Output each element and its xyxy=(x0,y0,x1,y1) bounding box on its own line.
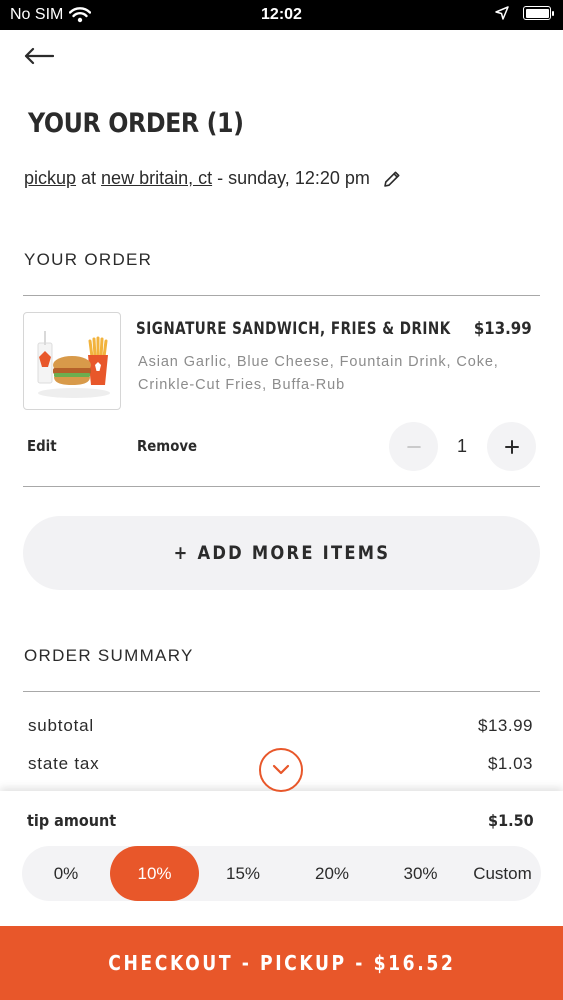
minus-icon xyxy=(406,445,421,448)
status-bar: No SIM 12:02 xyxy=(0,0,563,30)
item-description: Asian Garlic, Blue Cheese, Fountain Drin… xyxy=(138,354,499,393)
checkout-button[interactable]: CHECKOUT - PICKUP - $16.52 xyxy=(0,926,563,1000)
order-summary-section-label: ORDER SUMMARY xyxy=(24,646,194,665)
checkout-label: CHECKOUT - PICKUP - $16.52 xyxy=(107,951,456,975)
summary-value: $13.99 xyxy=(478,716,533,735)
location-arrow-icon xyxy=(495,6,509,20)
pencil-icon xyxy=(384,171,400,187)
pickup-time-text: - sunday, 12:20 pm xyxy=(217,168,370,188)
plus-icon xyxy=(504,439,519,454)
order-top-divider xyxy=(23,295,540,296)
quantity-value: 1 xyxy=(456,436,467,456)
order-bottom-divider xyxy=(23,486,540,487)
item-price: $13.99 xyxy=(474,319,532,339)
tip-panel: tip amount $1.50 0% 10% 15% 20% 30% Cust… xyxy=(0,791,563,926)
combo-meal-image xyxy=(37,331,110,398)
page-title: YOUR ORDER (1) xyxy=(28,108,244,139)
summary-value: $1.03 xyxy=(487,754,533,773)
increase-quantity-button[interactable] xyxy=(487,422,536,471)
summary-row-subtotal: subtotal $13.99 xyxy=(28,716,533,736)
battery-icon xyxy=(523,6,554,20)
summary-label: state tax xyxy=(28,754,100,773)
add-more-items-label: + ADD MORE ITEMS xyxy=(173,542,390,564)
tip-option-15[interactable]: 15% xyxy=(199,846,287,901)
decrease-quantity-button[interactable] xyxy=(389,422,438,471)
tip-option-20[interactable]: 20% xyxy=(287,846,377,901)
remove-item-button[interactable]: Remove xyxy=(137,437,197,455)
tip-amount-label: tip amount xyxy=(27,811,117,830)
tip-amount-value: $1.50 xyxy=(488,811,534,830)
pickup-mode-link[interactable]: pickup xyxy=(24,168,76,189)
back-button[interactable] xyxy=(24,42,58,70)
your-order-section-label: YOUR ORDER xyxy=(24,250,153,269)
summary-label: subtotal xyxy=(28,716,94,735)
tip-option-custom[interactable]: Custom xyxy=(464,846,541,901)
status-right-icons xyxy=(495,6,554,20)
tip-options: 0% 10% 15% 20% 30% Custom xyxy=(22,846,541,901)
edit-item-button[interactable]: Edit xyxy=(27,437,57,455)
arrow-left-icon xyxy=(24,47,54,65)
chevron-down-icon xyxy=(272,764,290,775)
collapse-summary-button[interactable] xyxy=(259,748,303,792)
pickup-location-link[interactable]: new britain, ct xyxy=(101,168,212,189)
item-name: SIGNATURE SANDWICH, FRIES & DRINK xyxy=(136,319,451,338)
tip-option-10[interactable]: 10% xyxy=(110,846,199,901)
edit-pickup-button[interactable] xyxy=(383,170,401,188)
status-time: 12:02 xyxy=(261,6,302,23)
tip-option-30[interactable]: 30% xyxy=(377,846,464,901)
add-more-items-button[interactable]: + ADD MORE ITEMS xyxy=(23,516,540,590)
pickup-at-text: at xyxy=(81,168,97,188)
summary-divider xyxy=(23,691,540,692)
tip-option-0[interactable]: 0% xyxy=(22,846,110,901)
item-thumbnail[interactable] xyxy=(23,312,121,410)
pickup-details: pickup at new britain, ct - sunday, 12:2… xyxy=(24,168,401,189)
